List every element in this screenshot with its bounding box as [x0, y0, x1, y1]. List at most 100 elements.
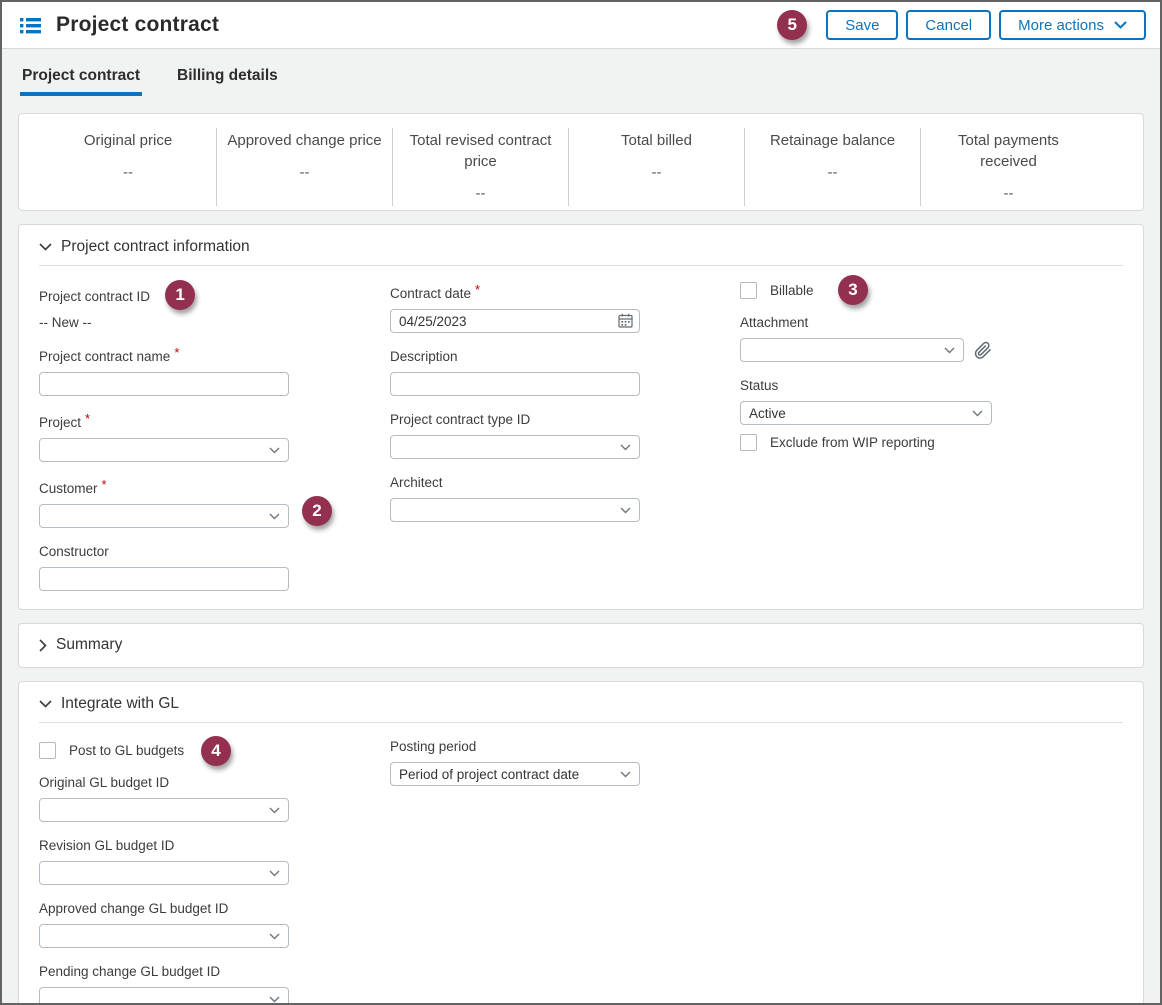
- field-original-gl-budget-id: Original GL budget ID: [39, 774, 289, 822]
- description-input[interactable]: [390, 372, 640, 396]
- field-label: Exclude from WIP reporting: [770, 435, 935, 450]
- stat-value: --: [48, 164, 208, 181]
- project-contract-id-value: -- New --: [39, 315, 289, 330]
- stat-value: --: [225, 164, 384, 181]
- attachment-select[interactable]: [740, 338, 964, 362]
- field-attachment: Attachment: [740, 314, 992, 362]
- field-contract-date: Contract date*: [390, 282, 640, 333]
- original-gl-budget-select[interactable]: [39, 798, 289, 822]
- annotation-badge-3: 3: [838, 275, 868, 305]
- chevron-down-icon: [620, 771, 631, 778]
- more-actions-button[interactable]: More actions: [999, 10, 1146, 40]
- more-actions-label: More actions: [1018, 17, 1104, 34]
- tab-bar: Project contract Billing details: [2, 63, 1160, 96]
- project-contract-name-input[interactable]: [39, 372, 289, 396]
- section-header[interactable]: Project contract information: [39, 238, 1123, 256]
- chevron-down-icon: [269, 933, 280, 940]
- approved-change-gl-budget-select[interactable]: [39, 924, 289, 948]
- field-label: Customer: [39, 481, 98, 496]
- field-pending-change-gl-budget-id: Pending change GL budget ID: [39, 963, 289, 1005]
- contract-totals-strip: Original price -- Approved change price …: [18, 113, 1144, 211]
- chevron-down-icon: [944, 347, 955, 354]
- stat-approved-change-price: Approved change price --: [216, 128, 392, 206]
- stat-value: --: [929, 185, 1088, 202]
- revision-gl-budget-select[interactable]: [39, 861, 289, 885]
- field-label: Project contract name: [39, 349, 170, 364]
- field-exclude-wip: Exclude from WIP reporting: [740, 434, 992, 451]
- page-header: Project contract 5 Save Cancel More acti…: [2, 2, 1160, 49]
- section-header[interactable]: Integrate with GL: [39, 695, 1123, 713]
- field-label: Project: [39, 415, 81, 430]
- stat-retainage-balance: Retainage balance --: [744, 128, 920, 206]
- field-architect: Architect: [390, 474, 640, 522]
- field-post-to-gl-budgets: Post to GL budgets 4: [39, 742, 289, 759]
- tab-billing-details[interactable]: Billing details: [175, 63, 280, 96]
- stat-label: Total billed: [577, 130, 736, 151]
- annotation-badge-4: 4: [201, 736, 231, 766]
- field-project: Project *: [39, 411, 289, 462]
- paperclip-icon[interactable]: [974, 341, 992, 360]
- field-label: Pending change GL budget ID: [39, 964, 220, 979]
- page-title: Project contract: [56, 13, 219, 37]
- app-window: Project contract 5 Save Cancel More acti…: [0, 0, 1162, 1005]
- field-project-contract-id: Project contract ID 1: [39, 282, 289, 310]
- status-select[interactable]: Active: [740, 401, 992, 425]
- billable-checkbox[interactable]: [740, 282, 757, 299]
- field-label: Billable: [770, 283, 814, 298]
- section-header[interactable]: Summary: [39, 636, 1123, 654]
- field-label: Posting period: [390, 739, 476, 754]
- chevron-down-icon: [620, 507, 631, 514]
- required-asterisk: *: [174, 345, 179, 360]
- architect-select[interactable]: [390, 498, 640, 522]
- chevron-right-icon: [39, 639, 47, 652]
- posting-period-value: Period of project contract date: [399, 767, 579, 782]
- chevron-down-icon: [39, 700, 52, 708]
- customer-select[interactable]: [39, 504, 289, 528]
- field-constructor: Constructor: [39, 543, 289, 591]
- field-description: Description: [390, 348, 640, 396]
- list-menu-icon[interactable]: [20, 17, 41, 34]
- chevron-down-icon: [269, 447, 280, 454]
- field-project-contract-name: Project contract name *: [39, 345, 289, 396]
- stat-original-price: Original price --: [40, 128, 216, 206]
- calendar-icon[interactable]: [618, 313, 633, 328]
- field-status: Status Active: [740, 377, 992, 425]
- chevron-down-icon: [269, 807, 280, 814]
- section-summary: Summary: [18, 623, 1144, 668]
- header-actions: 5 Save Cancel More actions: [777, 10, 1146, 40]
- field-label: Status: [740, 378, 778, 393]
- field-label: Revision GL budget ID: [39, 838, 174, 853]
- annotation-badge-2: 2: [302, 496, 332, 526]
- required-asterisk: *: [85, 411, 90, 426]
- stat-label: Total revised contract price: [401, 130, 560, 172]
- save-button[interactable]: Save: [826, 10, 898, 40]
- contract-date-input[interactable]: [390, 309, 640, 333]
- chevron-down-icon: [269, 996, 280, 1003]
- field-label: Constructor: [39, 544, 109, 559]
- field-label: Approved change GL budget ID: [39, 901, 228, 916]
- stat-label: Original price: [48, 130, 208, 151]
- stat-label: Approved change price: [225, 130, 384, 151]
- stat-total-revised-contract-price: Total revised contract price --: [392, 128, 568, 206]
- exclude-wip-checkbox[interactable]: [740, 434, 757, 451]
- chevron-down-icon: [972, 410, 983, 417]
- tab-project-contract[interactable]: Project contract: [20, 63, 142, 96]
- section-title: Summary: [56, 636, 122, 654]
- field-customer: Customer* 2: [39, 477, 289, 528]
- chevron-down-icon: [39, 243, 52, 251]
- chevron-down-icon: [269, 513, 280, 520]
- pending-change-gl-budget-select[interactable]: [39, 987, 289, 1005]
- posting-period-select[interactable]: Period of project contract date: [390, 762, 640, 786]
- required-asterisk: *: [102, 477, 107, 492]
- post-to-gl-budgets-checkbox[interactable]: [39, 742, 56, 759]
- project-select[interactable]: [39, 438, 289, 462]
- constructor-input[interactable]: [39, 567, 289, 591]
- field-label: Architect: [390, 475, 443, 490]
- section-project-contract-information: Project contract information Project con…: [18, 224, 1144, 610]
- cancel-button[interactable]: Cancel: [906, 10, 991, 40]
- field-approved-change-gl-budget-id: Approved change GL budget ID: [39, 900, 289, 948]
- field-label: Original GL budget ID: [39, 775, 169, 790]
- project-contract-type-select[interactable]: [390, 435, 640, 459]
- stat-value: --: [401, 185, 560, 202]
- field-label: Post to GL budgets: [69, 743, 184, 758]
